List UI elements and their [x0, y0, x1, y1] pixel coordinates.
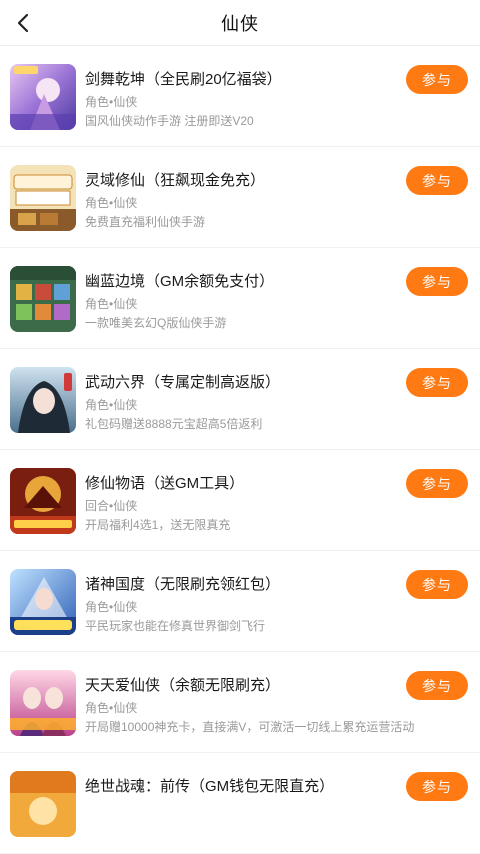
game-list-item[interactable]: 天天爱仙侠（余额无限刷充） 角色•仙侠 开局赠10000神充卡，直接满V，可激活… — [0, 652, 480, 753]
game-thumbnail — [10, 771, 76, 837]
game-name: 武动六界（专属定制高返版） — [85, 374, 281, 391]
game-list-item[interactable]: 灵域修仙（狂飙现金免充） 角色•仙侠 免费直充福利仙侠手游 参与 — [0, 147, 480, 248]
game-description: 开局福利4选1，送无限真充 — [85, 518, 231, 532]
game-name: 天天爱仙侠（余额无限刷充） — [85, 677, 281, 694]
game-list-item[interactable]: 幽蓝边境（GM余额免支付） 角色•仙侠 一款唯美玄幻Q版仙侠手游 参与 — [0, 248, 480, 349]
game-category: 角色•仙侠 — [85, 196, 138, 210]
join-button[interactable]: 参与 — [406, 267, 468, 296]
game-thumbnail — [10, 64, 76, 130]
game-category: 角色•仙侠 — [85, 398, 138, 412]
game-category: 角色•仙侠 — [85, 701, 138, 715]
join-button[interactable]: 参与 — [406, 570, 468, 599]
game-thumbnail — [10, 670, 76, 736]
game-description: 开局赠10000神充卡，直接满V，可激活一切线上累充运营活动 — [85, 720, 415, 734]
game-name: 幽蓝边境（GM余额免支付） — [85, 273, 275, 290]
game-name: 修仙物语（送GM工具） — [85, 475, 245, 492]
game-list: 剑舞乾坤（全民刷20亿福袋） 角色•仙侠 国风仙侠动作手游 注册即送V20 参与… — [0, 46, 480, 854]
game-thumbnail — [10, 165, 76, 231]
game-description: 一款唯美玄幻Q版仙侠手游 — [85, 316, 227, 330]
game-thumbnail — [10, 569, 76, 635]
join-button[interactable]: 参与 — [406, 368, 468, 397]
join-button[interactable]: 参与 — [406, 65, 468, 94]
game-category: 角色•仙侠 — [85, 297, 138, 311]
join-button[interactable]: 参与 — [406, 469, 468, 498]
game-description: 平民玩家也能在修真世界御剑飞行 — [85, 619, 266, 633]
game-list-item[interactable]: 绝世战魂：前传（GM钱包无限直充） 参与 — [0, 753, 480, 854]
game-name: 绝世战魂：前传（GM钱包无限直充） — [85, 778, 335, 795]
game-thumbnail — [10, 266, 76, 332]
game-list-item[interactable]: 武动六界（专属定制高返版） 角色•仙侠 礼包码赠送8888元宝超高5倍返利 参与 — [0, 349, 480, 450]
game-category: 角色•仙侠 — [85, 95, 138, 109]
game-list-item[interactable]: 剑舞乾坤（全民刷20亿福袋） 角色•仙侠 国风仙侠动作手游 注册即送V20 参与 — [0, 46, 480, 147]
chevron-left-icon — [17, 13, 29, 33]
game-list-item[interactable]: 诸神国度（无限刷充领红包） 角色•仙侠 平民玩家也能在修真世界御剑飞行 参与 — [0, 551, 480, 652]
game-name: 诸神国度（无限刷充领红包） — [85, 576, 281, 593]
game-description: 免费直充福利仙侠手游 — [85, 215, 206, 229]
page-title: 仙侠 — [221, 13, 259, 34]
top-nav-bar: 仙侠 — [0, 0, 480, 46]
game-thumbnail — [10, 367, 76, 433]
game-category: 角色•仙侠 — [85, 600, 138, 614]
game-category: 回合•仙侠 — [85, 499, 138, 513]
game-name: 剑舞乾坤（全民刷20亿福袋） — [85, 71, 282, 88]
game-thumbnail — [10, 468, 76, 534]
join-button[interactable]: 参与 — [406, 166, 468, 195]
join-button[interactable]: 参与 — [406, 671, 468, 700]
game-name: 灵域修仙（狂飙现金免充） — [85, 172, 266, 189]
join-button[interactable]: 参与 — [406, 772, 468, 801]
back-button[interactable] — [8, 8, 38, 38]
game-list-item[interactable]: 修仙物语（送GM工具） 回合•仙侠 开局福利4选1，送无限真充 参与 — [0, 450, 480, 551]
game-description: 国风仙侠动作手游 注册即送V20 — [85, 114, 254, 128]
game-description: 礼包码赠送8888元宝超高5倍返利 — [85, 417, 263, 431]
